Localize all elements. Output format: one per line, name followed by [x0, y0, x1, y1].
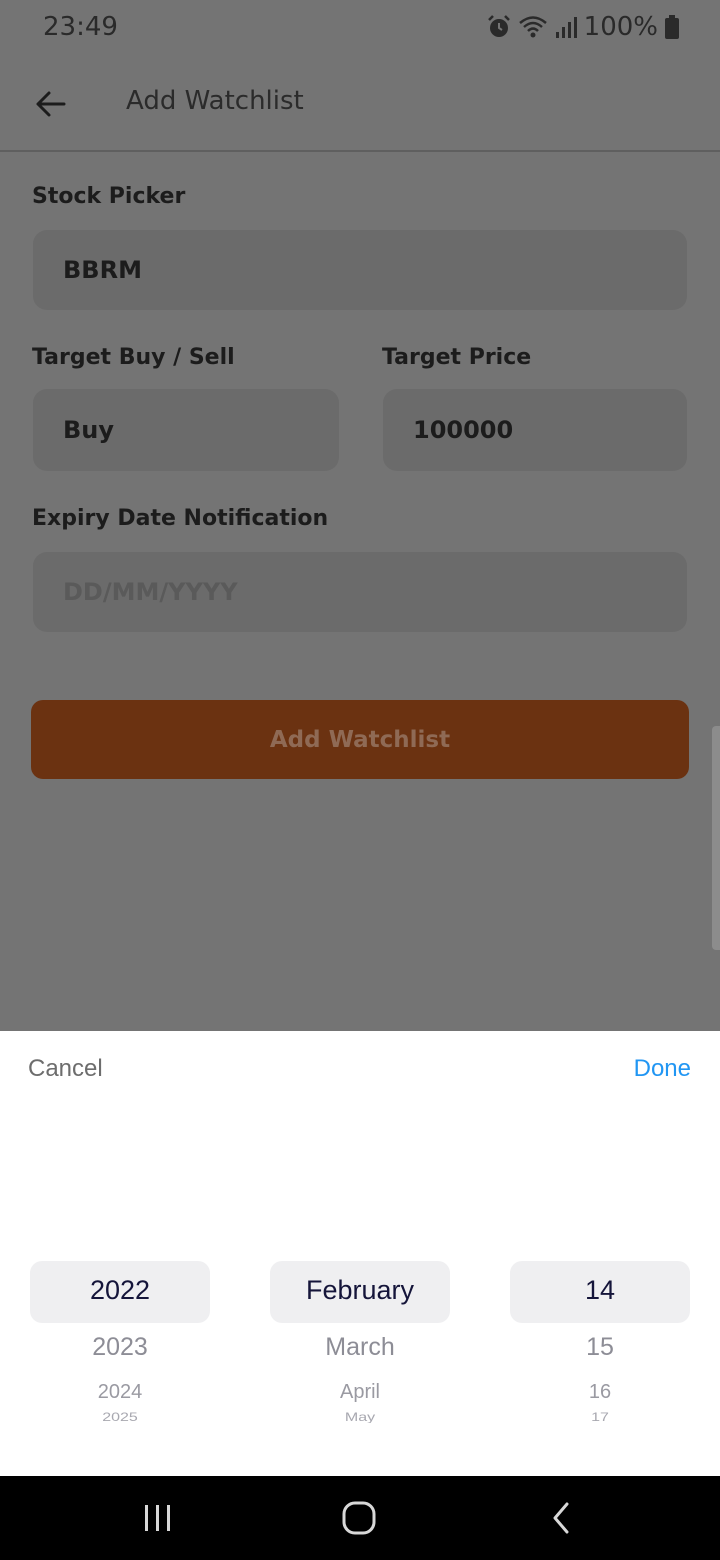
signal-icon — [555, 17, 577, 38]
expiry-date-label: Expiry Date Notification — [32, 506, 329, 531]
year-wheel[interactable]: 2022 2023 2024 2025 — [30, 1261, 210, 1437]
month-wheel[interactable]: February March April May — [270, 1261, 450, 1437]
alarm-icon — [487, 15, 510, 37]
day-option[interactable]: 16 — [510, 1381, 690, 1404]
arrow-left-icon — [36, 91, 66, 117]
target-price-value: 100000 — [413, 416, 514, 444]
day-option[interactable]: 17 — [510, 1411, 690, 1423]
year-option[interactable]: 2023 — [30, 1333, 210, 1362]
target-buy-sell-label: Target Buy / Sell — [32, 345, 235, 370]
year-option[interactable]: 2024 — [30, 1381, 210, 1404]
page-title: Add Watchlist — [126, 86, 304, 116]
year-option-faded — [30, 1425, 210, 1430]
target-price-input[interactable]: 100000 — [383, 389, 687, 471]
target-buy-sell-select[interactable]: Buy — [33, 389, 339, 471]
recent-apps-icon — [145, 1505, 170, 1531]
day-selected[interactable]: 14 — [510, 1275, 690, 1306]
month-selected[interactable]: February — [270, 1275, 450, 1306]
expiry-date-placeholder: DD/MM/YYYY — [63, 578, 238, 606]
done-button[interactable]: Done — [634, 1055, 691, 1083]
day-option[interactable]: 15 — [510, 1333, 690, 1362]
date-picker-sheet: Cancel Done 2022 2023 2024 2025 February… — [0, 1031, 720, 1476]
system-back-button[interactable] — [511, 1476, 611, 1560]
target-buy-sell-value: Buy — [63, 416, 115, 444]
month-option-faded — [270, 1425, 450, 1430]
target-price-label: Target Price — [382, 345, 532, 370]
month-option[interactable]: March — [270, 1333, 450, 1362]
month-option[interactable]: May — [270, 1411, 450, 1423]
home-button[interactable] — [309, 1476, 409, 1560]
status-bar: 23:49 100% — [0, 0, 720, 54]
stock-picker-field[interactable]: BBRM — [33, 230, 687, 310]
system-nav-bar — [0, 1476, 720, 1560]
stock-picker-value: BBRM — [63, 256, 142, 284]
status-icons: 100% — [486, 10, 680, 44]
day-option-faded — [510, 1425, 690, 1430]
scrollbar[interactable] — [712, 726, 720, 950]
home-icon — [342, 1501, 376, 1535]
cancel-button[interactable]: Cancel — [28, 1055, 103, 1083]
year-option[interactable]: 2025 — [30, 1411, 210, 1423]
day-wheel[interactable]: 14 15 16 17 — [510, 1261, 690, 1437]
stock-picker-label: Stock Picker — [32, 184, 186, 209]
expiry-date-input[interactable]: DD/MM/YYYY — [33, 552, 687, 632]
wifi-icon — [518, 16, 547, 38]
chevron-left-icon — [553, 1502, 569, 1534]
month-option[interactable]: April — [270, 1381, 450, 1404]
status-time: 23:49 — [43, 12, 118, 42]
battery-icon — [665, 15, 679, 39]
back-button[interactable] — [30, 84, 70, 124]
add-watchlist-button[interactable]: Add Watchlist — [31, 700, 689, 779]
app-bar: Add Watchlist — [0, 54, 720, 152]
recent-apps-button[interactable] — [108, 1476, 208, 1560]
battery-percentage: 100% — [583, 12, 658, 42]
year-selected[interactable]: 2022 — [30, 1275, 210, 1306]
